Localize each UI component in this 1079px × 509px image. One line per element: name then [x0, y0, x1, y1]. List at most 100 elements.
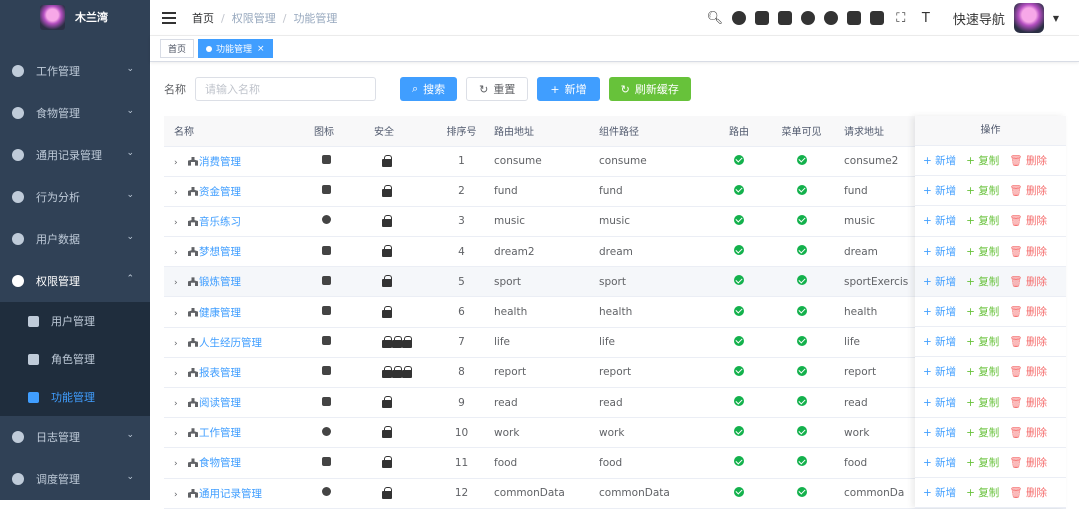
menu-work[interactable]: 工作管理 ⌄ [0, 50, 150, 92]
row-add-button[interactable]: + 新增 [923, 304, 956, 319]
row-copy-button[interactable]: + 复制 [966, 364, 999, 379]
cell-name[interactable]: › 人生经历管理 [164, 327, 314, 358]
caret-down-icon[interactable]: ▼ [1053, 14, 1059, 23]
calendar-icon[interactable] [869, 11, 884, 25]
row-add-button[interactable]: + 新增 [923, 274, 956, 289]
cell-name[interactable]: › 消费管理 [164, 146, 314, 177]
compass-icon[interactable] [823, 11, 838, 25]
row-add-button[interactable]: + 新增 [923, 455, 956, 470]
action-label: 新增 [935, 396, 957, 409]
add-button[interactable]: + 新增 [537, 77, 600, 101]
expand-icon[interactable]: › [174, 188, 182, 198]
expand-icon[interactable]: › [174, 278, 182, 288]
row-add-button[interactable]: + 新增 [923, 425, 956, 440]
bag-icon[interactable] [846, 11, 861, 25]
document-icon[interactable] [754, 11, 769, 25]
menu-permission[interactable]: 权限管理 ⌃ [0, 260, 150, 302]
row-delete-button[interactable]: 🗑︎ 删除 [1009, 395, 1047, 410]
row-copy-button[interactable]: + 复制 [966, 274, 999, 289]
cell-name[interactable]: › 食物管理 [164, 447, 314, 479]
cell-name[interactable]: › 资金管理 [164, 176, 314, 207]
cell-name[interactable]: › 工作管理 [164, 417, 314, 449]
tag-function[interactable]: 功能管理 × [198, 39, 273, 58]
fullscreen-icon[interactable]: ⛶ [893, 10, 909, 26]
expand-icon[interactable]: › [174, 218, 182, 228]
expand-icon[interactable]: › [174, 248, 182, 258]
row-copy-button[interactable]: + 复制 [966, 183, 999, 198]
row-add-button[interactable]: + 新增 [923, 364, 956, 379]
row-delete-button[interactable]: 🗑︎ 删除 [1009, 153, 1047, 168]
row-add-button[interactable]: + 新增 [923, 183, 956, 198]
row-add-button[interactable]: + 新增 [923, 334, 956, 349]
expand-icon[interactable]: › [174, 369, 182, 379]
row-delete-button[interactable]: 🗑︎ 删除 [1009, 334, 1047, 349]
cell-name[interactable]: › 音乐练习 [164, 206, 314, 238]
submenu-function[interactable]: 功能管理 [0, 378, 150, 416]
menu-common-record[interactable]: 通用记录管理 ⌄ [0, 134, 150, 176]
check-icon [734, 486, 744, 497]
row-copy-button[interactable]: + 复制 [966, 425, 999, 440]
row-delete-button[interactable]: 🗑︎ 删除 [1009, 455, 1047, 470]
cell-name[interactable]: › 通用记录管理 [164, 478, 314, 509]
row-copy-button[interactable]: + 复制 [966, 153, 999, 168]
cell-name[interactable]: › 阅读管理 [164, 387, 314, 419]
font-size-icon[interactable]: T [918, 10, 934, 26]
row-copy-button[interactable]: + 复制 [966, 455, 999, 470]
github-icon[interactable] [731, 11, 746, 25]
submenu-user[interactable]: 用户管理 [0, 302, 150, 340]
expand-icon[interactable]: › [174, 158, 182, 168]
check-icon [796, 456, 807, 467]
row-delete-button[interactable]: 🗑︎ 删除 [1009, 485, 1047, 500]
expand-icon[interactable]: › [174, 490, 182, 500]
lock-icon[interactable] [777, 11, 792, 25]
row-add-button[interactable]: + 新增 [923, 485, 956, 500]
row-delete-button[interactable]: 🗑︎ 删除 [1009, 244, 1047, 259]
row-delete-button[interactable]: 🗑︎ 删除 [1009, 364, 1047, 379]
row-add-button[interactable]: + 新增 [923, 153, 956, 168]
tag-home[interactable]: 首页 [160, 39, 195, 58]
name-input[interactable]: 请输入名称 [195, 77, 376, 101]
submenu-role[interactable]: 角色管理 [0, 340, 150, 378]
action-label: 复制 [978, 185, 1000, 198]
reset-button[interactable]: ↻ 重置 [466, 77, 529, 101]
expand-icon[interactable]: › [174, 309, 182, 319]
search-icon[interactable]: 🔍︎ [707, 10, 724, 26]
expand-icon[interactable]: › [174, 399, 182, 409]
row-copy-button[interactable]: + 复制 [966, 485, 999, 500]
quick-nav[interactable]: 快速导航 [953, 9, 1005, 28]
menu-user-data[interactable]: 用户数据 ⌄ [0, 218, 150, 260]
row-delete-button[interactable]: 🗑︎ 删除 [1009, 213, 1047, 228]
menu-log[interactable]: 日志管理 ⌄ [0, 416, 150, 458]
row-delete-button[interactable]: 🗑︎ 删除 [1009, 183, 1047, 198]
row-delete-button[interactable]: 🗑︎ 删除 [1009, 274, 1047, 289]
refresh-cache-button[interactable]: ↻ 刷新缓存 [608, 77, 691, 101]
row-copy-button[interactable]: + 复制 [966, 213, 999, 228]
row-copy-button[interactable]: + 复制 [966, 244, 999, 259]
app-logo[interactable]: 木兰湾 [0, 0, 150, 34]
search-button[interactable]: ⌕ 搜索 [400, 77, 458, 101]
row-add-button[interactable]: + 新增 [923, 213, 956, 228]
avatar[interactable] [1013, 3, 1044, 33]
row-add-button[interactable]: + 新增 [923, 244, 956, 259]
cell-name[interactable]: › 梦想管理 [164, 236, 314, 268]
row-add-button[interactable]: + 新增 [923, 395, 956, 410]
expand-icon[interactable]: › [174, 459, 182, 469]
expand-icon[interactable]: › [174, 429, 182, 439]
row-copy-button[interactable]: + 复制 [966, 304, 999, 319]
close-icon[interactable]: × [257, 44, 265, 54]
row-delete-button[interactable]: 🗑︎ 删除 [1009, 304, 1047, 319]
breadcrumb-permission[interactable]: 权限管理 [232, 12, 276, 25]
cell-name[interactable]: › 锻炼管理 [164, 266, 314, 298]
expand-icon[interactable]: › [174, 339, 182, 349]
menu-schedule[interactable]: 调度管理 ⌄ [0, 458, 150, 500]
hamburger-icon[interactable] [162, 11, 176, 24]
cell-name[interactable]: › 健康管理 [164, 296, 314, 328]
menu-food[interactable]: 食物管理 ⌄ [0, 92, 150, 134]
row-copy-button[interactable]: + 复制 [966, 395, 999, 410]
cell-name[interactable]: › 报表管理 [164, 357, 314, 389]
settings-icon[interactable] [800, 11, 815, 25]
menu-behavior[interactable]: 行为分析 ⌄ [0, 176, 150, 218]
row-delete-button[interactable]: 🗑︎ 删除 [1009, 425, 1047, 440]
breadcrumb-home[interactable]: 首页 [192, 12, 214, 25]
row-copy-button[interactable]: + 复制 [966, 334, 999, 349]
